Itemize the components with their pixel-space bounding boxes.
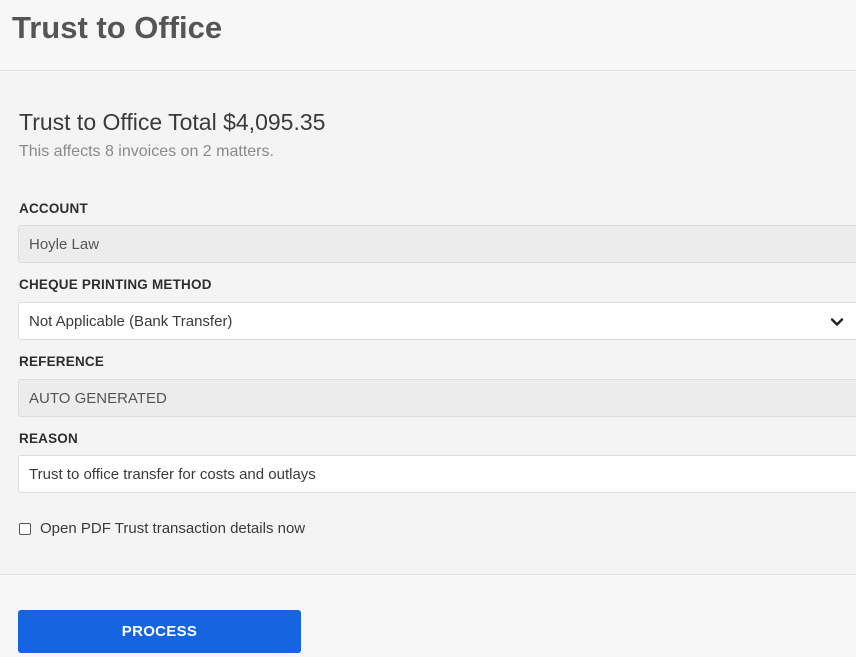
reason-value: Trust to office transfer for costs and o… <box>29 465 316 483</box>
affects-summary-text: This affects 8 invoices on 2 matters. <box>19 143 274 160</box>
account-label: ACCOUNT <box>19 201 88 216</box>
reference-label: REFERENCE <box>19 354 105 369</box>
chevron-down-icon <box>830 318 844 326</box>
trust-total-text: Trust to Office Total $4,095.35 <box>19 109 326 135</box>
reference-value: AUTO GENERATED <box>29 389 167 407</box>
page-title: Trust to Office <box>12 10 223 45</box>
account-field: Hoyle Law <box>18 225 856 263</box>
reference-field: AUTO GENERATED <box>18 379 856 417</box>
modal-header: Trust to Office <box>0 0 856 71</box>
account-value: Hoyle Law <box>29 235 100 253</box>
open-pdf-checkbox[interactable] <box>19 522 31 535</box>
cheque-method-value: Not Applicable (Bank Transfer) <box>29 312 233 330</box>
modal-footer: PROCESS <box>0 574 856 657</box>
open-pdf-option[interactable]: Open PDF Trust transaction details now <box>19 520 305 537</box>
modal-body: Trust to Office Total $4,095.35 This aff… <box>0 72 856 574</box>
open-pdf-label[interactable]: Open PDF Trust transaction details now <box>40 520 305 537</box>
reason-label: REASON <box>19 431 78 446</box>
reason-input[interactable]: Trust to office transfer for costs and o… <box>18 455 856 493</box>
cheque-method-label: CHEQUE PRINTING METHOD <box>19 277 212 292</box>
process-button[interactable]: PROCESS <box>18 610 301 653</box>
cheque-method-select[interactable]: Not Applicable (Bank Transfer) <box>18 302 856 340</box>
